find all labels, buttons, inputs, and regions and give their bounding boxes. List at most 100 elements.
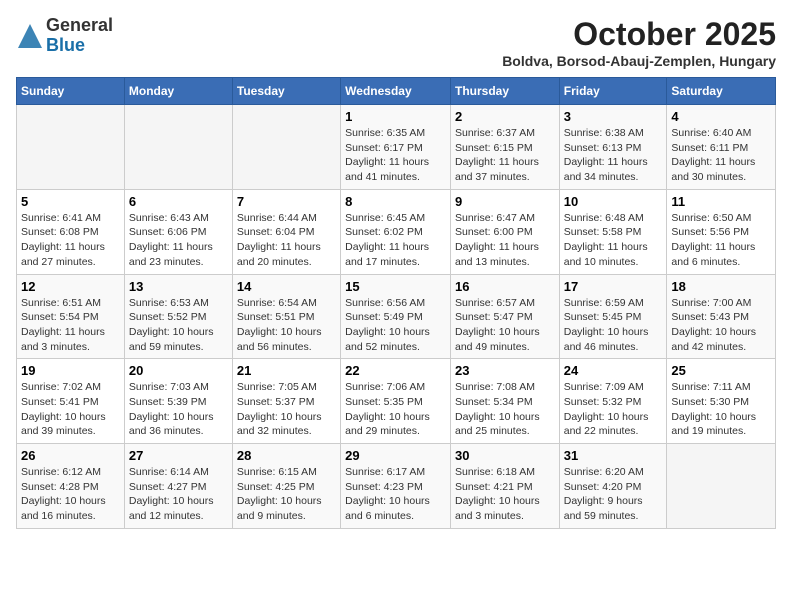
day-info: Sunrise: 7:09 AM Sunset: 5:32 PM Dayligh… [564,380,663,439]
day-info: Sunrise: 6:14 AM Sunset: 4:27 PM Dayligh… [129,465,228,524]
day-number: 28 [237,448,336,463]
day-info: Sunrise: 6:54 AM Sunset: 5:51 PM Dayligh… [237,296,336,355]
day-number: 10 [564,194,663,209]
day-number: 17 [564,279,663,294]
day-number: 31 [564,448,663,463]
day-info: Sunrise: 6:47 AM Sunset: 6:00 PM Dayligh… [455,211,555,270]
header-wednesday: Wednesday [341,78,451,105]
day-info: Sunrise: 6:57 AM Sunset: 5:47 PM Dayligh… [455,296,555,355]
calendar-body: 1 Sunrise: 6:35 AM Sunset: 6:17 PM Daylig… [17,105,776,529]
calendar-cell [124,105,232,190]
calendar-cell: 14 Sunrise: 6:54 AM Sunset: 5:51 PM Dayli… [232,274,340,359]
week-row-3: 19Sunrise: 7:02 AM Sunset: 5:41 PM Dayli… [17,359,776,444]
header-sunday: Sunday [17,78,125,105]
logo: General Blue [16,16,113,56]
day-number: 7 [237,194,336,209]
calendar-cell: 31 Sunrise: 6:20 AM Sunset: 4:20 PM Dayli… [559,444,667,529]
day-info: Sunrise: 6:17 AM Sunset: 4:23 PM Dayligh… [345,465,446,524]
calendar-cell: 11 Sunrise: 6:50 AM Sunset: 5:56 PM Dayli… [667,189,776,274]
day-number: 4 [671,109,771,124]
calendar-cell [667,444,776,529]
day-info: Sunrise: 6:38 AM Sunset: 6:13 PM Dayligh… [564,126,663,185]
calendar-cell: 28 Sunrise: 6:15 AM Sunset: 4:25 PM Dayli… [232,444,340,529]
calendar-cell: 3 Sunrise: 6:38 AM Sunset: 6:13 PM Daylig… [559,105,667,190]
location: Boldva, Borsod-Abauj-Zemplen, Hungary [502,53,776,69]
calendar-cell: 23 Sunrise: 7:08 AM Sunset: 5:34 PM Dayli… [450,359,559,444]
day-info: Sunrise: 6:56 AM Sunset: 5:49 PM Dayligh… [345,296,446,355]
calendar-cell: 10 Sunrise: 6:48 AM Sunset: 5:58 PM Dayli… [559,189,667,274]
day-number: 26 [21,448,120,463]
week-row-2: 12Sunrise: 6:51 AM Sunset: 5:54 PM Dayli… [17,274,776,359]
calendar-cell: 20Sunrise: 7:03 AM Sunset: 5:39 PM Dayli… [124,359,232,444]
calendar-cell [232,105,340,190]
day-number: 8 [345,194,446,209]
calendar-table: SundayMondayTuesdayWednesdayThursdayFrid… [16,77,776,529]
week-row-0: 1 Sunrise: 6:35 AM Sunset: 6:17 PM Daylig… [17,105,776,190]
day-number: 13 [129,279,228,294]
calendar-cell: 19Sunrise: 7:02 AM Sunset: 5:41 PM Dayli… [17,359,125,444]
calendar-cell: 18Sunrise: 7:00 AM Sunset: 5:43 PM Dayli… [667,274,776,359]
calendar-cell: 13 Sunrise: 6:53 AM Sunset: 5:52 PM Dayli… [124,274,232,359]
day-number: 6 [129,194,228,209]
day-number: 27 [129,448,228,463]
day-number: 15 [345,279,446,294]
calendar-cell: 12Sunrise: 6:51 AM Sunset: 5:54 PM Dayli… [17,274,125,359]
day-number: 5 [21,194,120,209]
day-info: Sunrise: 6:12 AM Sunset: 4:28 PM Dayligh… [21,465,120,524]
calendar-cell: 6Sunrise: 6:43 AM Sunset: 6:06 PM Daylig… [124,189,232,274]
header-tuesday: Tuesday [232,78,340,105]
day-number: 3 [564,109,663,124]
day-number: 22 [345,363,446,378]
day-info: Sunrise: 7:00 AM Sunset: 5:43 PM Dayligh… [671,296,771,355]
month-title: October 2025 [502,16,776,53]
header-friday: Friday [559,78,667,105]
page-header: General Blue October 2025 Boldva, Borsod… [16,16,776,69]
calendar-cell: 1 Sunrise: 6:35 AM Sunset: 6:17 PM Daylig… [341,105,451,190]
calendar-cell [17,105,125,190]
day-info: Sunrise: 6:37 AM Sunset: 6:15 PM Dayligh… [455,126,555,185]
header-monday: Monday [124,78,232,105]
calendar-cell: 30 Sunrise: 6:18 AM Sunset: 4:21 PM Dayli… [450,444,559,529]
title-block: October 2025 Boldva, Borsod-Abauj-Zemple… [502,16,776,69]
calendar-cell: 5Sunrise: 6:41 AM Sunset: 6:08 PM Daylig… [17,189,125,274]
logo-general: General [46,16,113,36]
day-number: 14 [237,279,336,294]
calendar-cell: 26 Sunrise: 6:12 AM Sunset: 4:28 PM Dayli… [17,444,125,529]
day-info: Sunrise: 6:40 AM Sunset: 6:11 PM Dayligh… [671,126,771,185]
day-number: 24 [564,363,663,378]
day-number: 2 [455,109,555,124]
day-number: 30 [455,448,555,463]
calendar-cell: 7 Sunrise: 6:44 AM Sunset: 6:04 PM Daylig… [232,189,340,274]
logo-icon [16,22,44,50]
day-info: Sunrise: 6:59 AM Sunset: 5:45 PM Dayligh… [564,296,663,355]
day-info: Sunrise: 7:05 AM Sunset: 5:37 PM Dayligh… [237,380,336,439]
week-row-1: 5Sunrise: 6:41 AM Sunset: 6:08 PM Daylig… [17,189,776,274]
day-number: 23 [455,363,555,378]
day-info: Sunrise: 7:08 AM Sunset: 5:34 PM Dayligh… [455,380,555,439]
day-info: Sunrise: 7:03 AM Sunset: 5:39 PM Dayligh… [129,380,228,439]
day-info: Sunrise: 7:06 AM Sunset: 5:35 PM Dayligh… [345,380,446,439]
logo-text: General Blue [46,16,113,56]
calendar-cell: 15 Sunrise: 6:56 AM Sunset: 5:49 PM Dayli… [341,274,451,359]
header-thursday: Thursday [450,78,559,105]
day-number: 1 [345,109,446,124]
day-info: Sunrise: 6:18 AM Sunset: 4:21 PM Dayligh… [455,465,555,524]
day-info: Sunrise: 6:15 AM Sunset: 4:25 PM Dayligh… [237,465,336,524]
day-info: Sunrise: 6:35 AM Sunset: 6:17 PM Dayligh… [345,126,446,185]
day-info: Sunrise: 6:45 AM Sunset: 6:02 PM Dayligh… [345,211,446,270]
calendar-cell: 8 Sunrise: 6:45 AM Sunset: 6:02 PM Daylig… [341,189,451,274]
day-number: 11 [671,194,771,209]
logo-blue: Blue [46,36,113,56]
calendar-cell: 4 Sunrise: 6:40 AM Sunset: 6:11 PM Daylig… [667,105,776,190]
day-info: Sunrise: 6:53 AM Sunset: 5:52 PM Dayligh… [129,296,228,355]
day-number: 25 [671,363,771,378]
calendar-cell: 22 Sunrise: 7:06 AM Sunset: 5:35 PM Dayli… [341,359,451,444]
day-info: Sunrise: 6:20 AM Sunset: 4:20 PM Dayligh… [564,465,663,524]
day-info: Sunrise: 6:48 AM Sunset: 5:58 PM Dayligh… [564,211,663,270]
day-info: Sunrise: 6:44 AM Sunset: 6:04 PM Dayligh… [237,211,336,270]
day-info: Sunrise: 6:51 AM Sunset: 5:54 PM Dayligh… [21,296,120,355]
day-number: 19 [21,363,120,378]
calendar-cell: 2 Sunrise: 6:37 AM Sunset: 6:15 PM Daylig… [450,105,559,190]
day-info: Sunrise: 6:50 AM Sunset: 5:56 PM Dayligh… [671,211,771,270]
week-row-4: 26 Sunrise: 6:12 AM Sunset: 4:28 PM Dayli… [17,444,776,529]
